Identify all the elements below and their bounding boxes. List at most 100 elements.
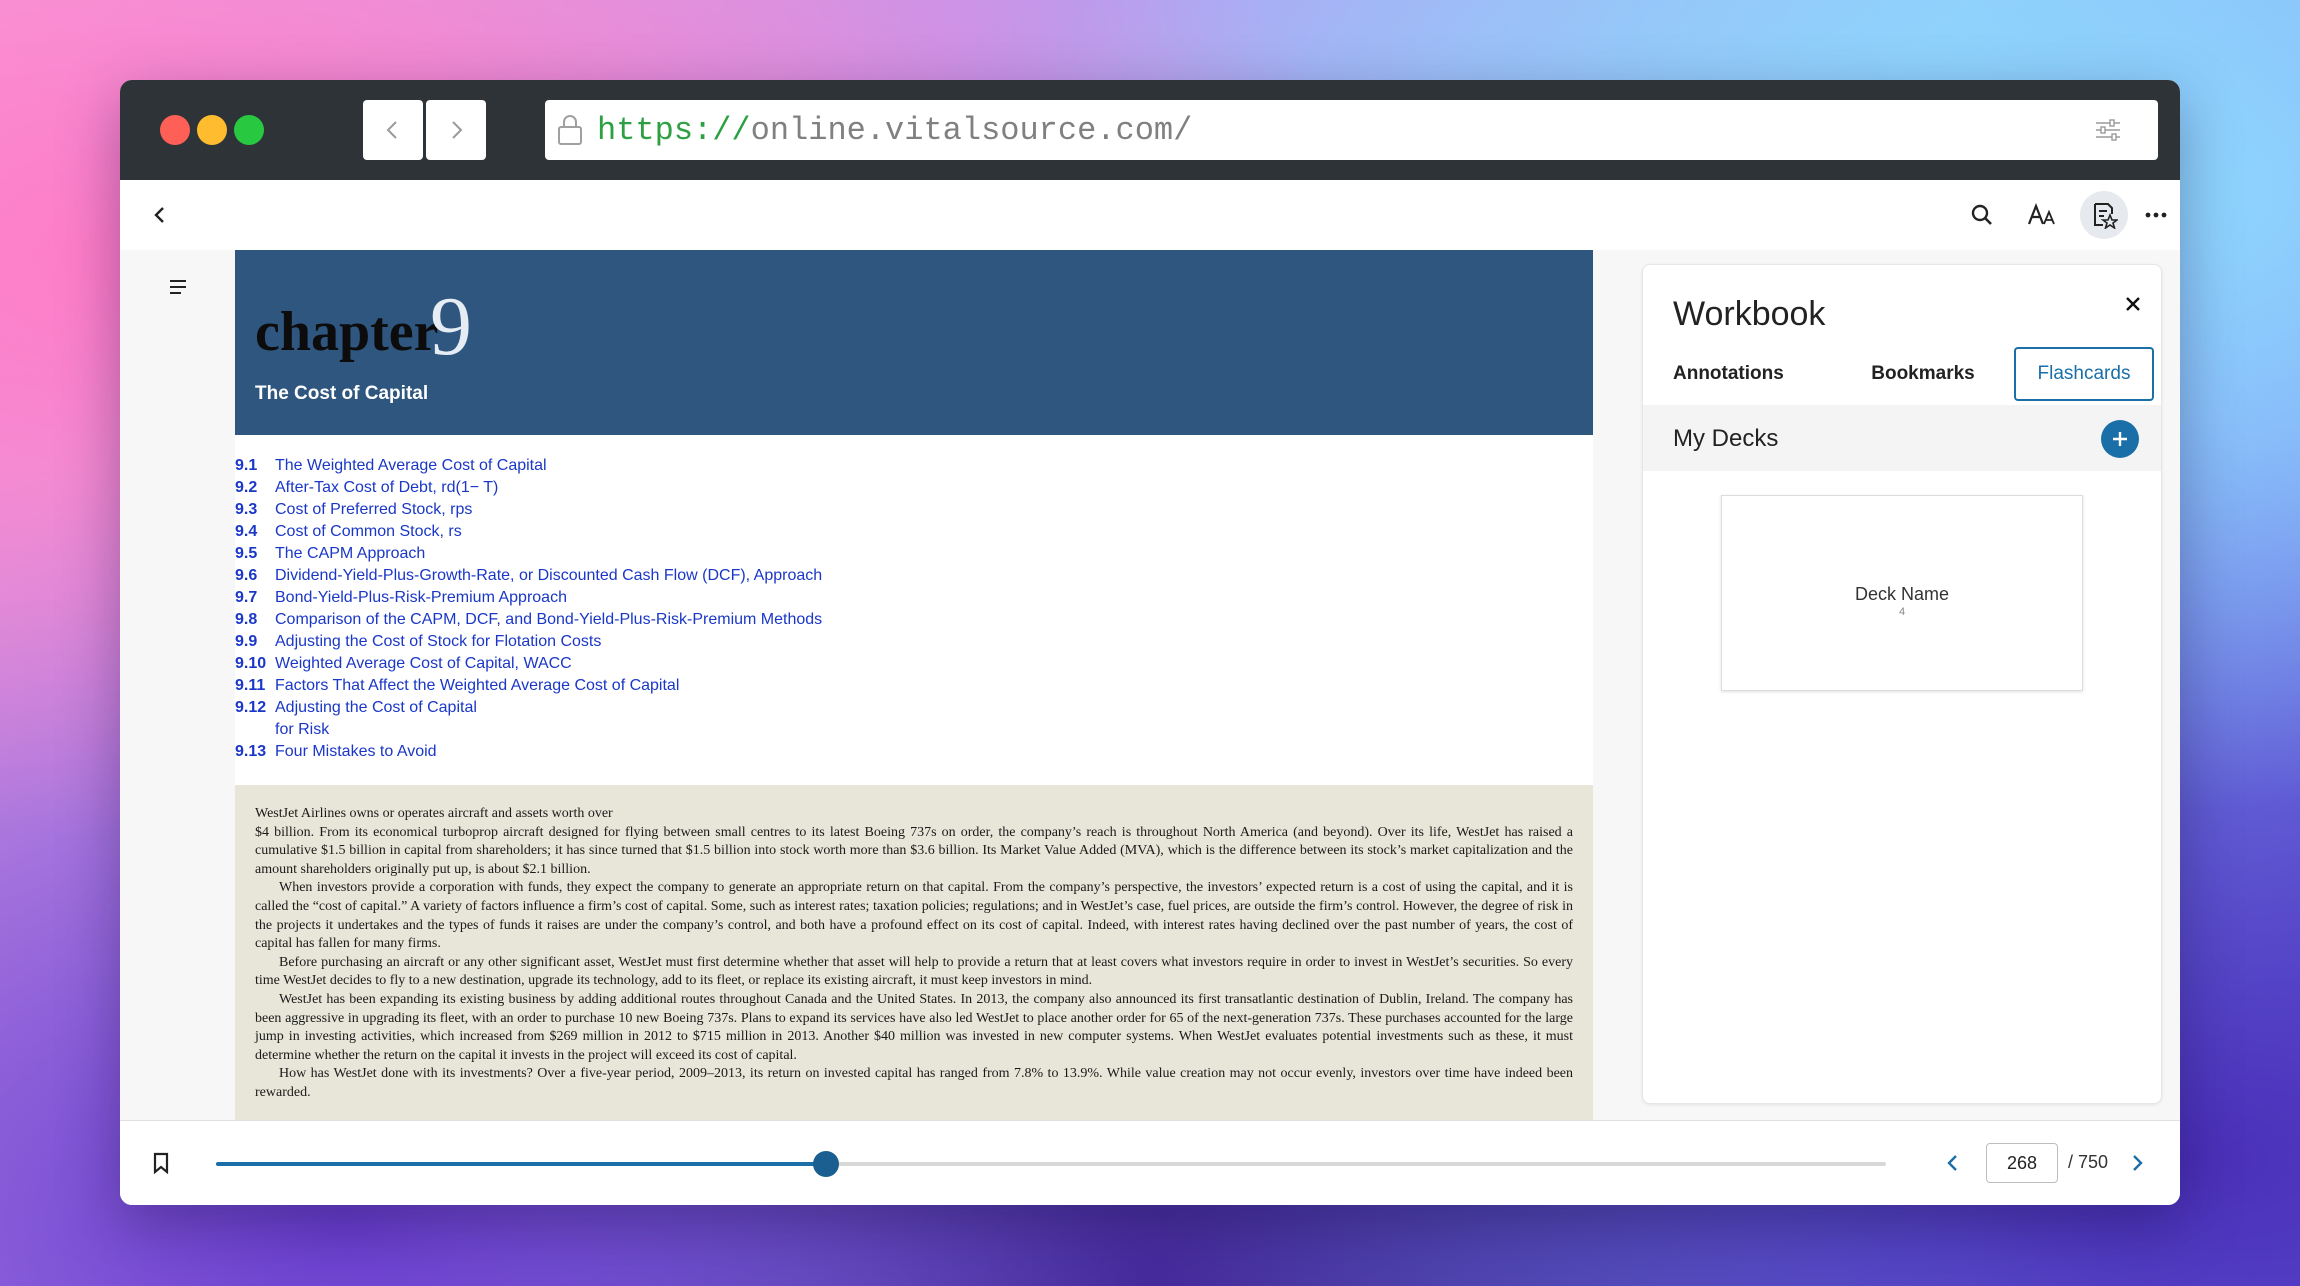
page-slider-track[interactable] [216,1162,1886,1166]
toc-item[interactable]: 9.8 Comparison of the CAPM, DCF, and Bond… [235,609,1035,631]
toc-item[interactable]: 9.5 The CAPM Approach [235,543,1035,565]
back-arrow-icon [386,121,397,139]
toc-item-number: 9.13 [235,743,267,760]
url-text: https://online.vitalsource.com/ [597,112,1192,149]
intro-paragraph: Before purchasing an aircraft or any oth… [255,954,1573,989]
toc-item[interactable]: 9.10 Weighted Average Cost of Capital, WA… [235,653,1035,675]
bookmark-icon [153,1152,169,1174]
search-button[interactable] [1962,195,2002,235]
toc-item[interactable]: 9.1 The Weighted Average Cost of Capital [235,455,1035,477]
toc-item[interactable]: 9.6 Dividend-Yield-Plus-Growth-Rate, or D… [235,565,1035,587]
toc-item[interactable]: 9.9 Adjusting the Cost of Stock for Flota… [235,631,1035,653]
address-bar[interactable]: https://online.vitalsource.com/ [545,100,2158,160]
close-window-button[interactable] [160,115,190,145]
tab-annotations[interactable]: Annotations [1673,347,1823,401]
intro-paragraph: $4 billion. From its economical turbopro… [255,824,1573,877]
more-options-button[interactable] [2136,195,2176,235]
bookmark-page-button[interactable] [146,1147,176,1179]
lock-icon [558,115,582,145]
toc-item[interactable]: 9.4 Cost of Common Stock, rs [235,521,1035,543]
back-to-library-button[interactable] [140,195,180,235]
add-deck-button[interactable] [2101,420,2139,458]
workbook-icon [2094,203,2118,229]
toc-item-number: 9.7 [235,589,258,606]
page-slider-handle[interactable] [812,1151,839,1177]
minimize-window-button[interactable] [197,115,227,145]
contents-menu-button[interactable] [160,272,196,302]
deck-card-count: 4 [1898,606,1906,618]
toc-item[interactable]: 9.13 Four Mistakes to Avoid [235,741,1035,763]
toc-item-title: The Weighted Average Cost of Capital [275,457,547,474]
close-workbook-button[interactable] [2118,289,2148,319]
toc-item[interactable]: 9.2 After-Tax Cost of Debt, rd(1− T) [235,477,1035,499]
tab-bookmarks[interactable]: Bookmarks [1848,347,1998,401]
my-decks-header: My Decks [1643,405,2161,471]
toc-item-title: Adjusting the Cost of Stock for Flotatio… [275,633,602,650]
deck-card[interactable]: Deck Name 4 [1721,495,2083,691]
intro-lead: WestJet Airlines owns or operates aircra… [255,806,613,821]
toc-item-number: 9.6 [235,567,258,584]
tab-flashcards[interactable]: Flashcards [2014,347,2154,401]
text-size-button[interactable] [2022,195,2062,235]
toc-item-title: Weighted Average Cost of Capital, WACC [275,655,572,672]
toc-item-title: Bond-Yield-Plus-Risk-Premium Approach [275,589,567,606]
chapter-banner: chapter 9 The Cost of Capital [235,250,1593,435]
browser-settings-button[interactable] [2078,100,2138,160]
next-page-button[interactable] [2122,1147,2152,1179]
toc-item[interactable]: 9.11 Factors That Affect the Weighted Ave… [235,675,1035,697]
my-decks-title: My Decks [1673,425,1779,452]
toc-item-title: Factors That Affect the Weighted Average… [275,677,680,694]
url-host: online.vitalsource.com/ [750,111,1193,149]
workbook-button[interactable] [2080,191,2128,239]
chapter-word: chapter [255,301,439,363]
toc-item[interactable]: 9.12 Adjusting the Cost of Capital for Ri… [235,697,1035,741]
browser-titlebar: https://online.vitalsource.com/ [120,80,2180,180]
toc-item-number: 9.5 [235,545,258,562]
toc-item-title: After-Tax Cost of Debt, rd(1− T) [275,479,499,496]
chevron-right-icon [2133,1155,2143,1171]
toc-item-title: Dividend-Yield-Plus-Growth-Rate, or Disc… [275,567,823,584]
chevron-left-icon [154,207,164,223]
toc-item-number: 9.9 [235,633,258,650]
toc-item-number: 9.8 [235,611,258,628]
toc-item-title: Cost of Common Stock, rs [275,523,462,540]
search-icon [1971,204,1992,225]
toc-item-number: 9.3 [235,501,258,518]
browser-forward-button[interactable] [426,100,486,160]
page-total: / 750 [2068,1152,2109,1172]
intro-paragraph: WestJet has been expanding its existing … [255,991,1573,1063]
reader-area: chapter 9 The Cost of Capital 9.1 The Wei… [120,250,1620,1120]
toc-item-title: Four Mistakes to Avoid [275,743,437,760]
intro-paragraph: When investors provide a corporation wit… [255,880,1573,952]
previous-page-button[interactable] [1938,1147,1968,1179]
chapter-contents-list: 9.1 The Weighted Average Cost of Capital 9… [235,455,1035,763]
text-size-icon [2027,203,2055,225]
toc-item[interactable]: 9.3 Cost of Preferred Stock, rps [235,499,1035,521]
toc-item-number: 9.2 [235,479,258,496]
menu-icon [170,280,186,294]
chapter-title: The Cost of Capital [255,383,429,404]
browser-window: https://online.vitalsource.com/ chapter … [120,80,2180,1205]
reader-toolbar [120,180,2180,250]
browser-back-button[interactable] [363,100,423,160]
close-icon [2126,297,2140,311]
toc-item-title: Cost of Preferred Stock, rps [275,501,473,518]
plus-icon [2113,432,2127,446]
toc-item-number: 9.12 [235,699,267,716]
chapter-number: 9 [430,280,472,373]
deck-name: Deck Name [1854,584,1950,604]
more-icon [2145,212,2167,218]
toc-item-number: 9.1 [235,457,258,474]
toc-item-number: 9.10 [235,655,267,672]
chevron-left-icon [1947,1155,1957,1171]
toc-item-title: Comparison of the CAPM, DCF, and Bond-Yi… [275,611,823,628]
book-page: chapter 9 The Cost of Capital 9.1 The Wei… [235,250,1593,1120]
workbook-panel: Workbook Annotations Bookmarks Flashcard… [1642,264,2162,1104]
intro-paragraph: How has WestJet done with its investment… [255,1066,1573,1100]
url-scheme: https:// [597,111,751,149]
toc-item-number: 9.4 [235,523,258,540]
page-number-input[interactable] [1986,1143,2058,1183]
sliders-icon [2096,119,2120,141]
toc-item[interactable]: 9.7 Bond-Yield-Plus-Risk-Premium Approach [235,587,1035,609]
maximize-window-button[interactable] [234,115,264,145]
